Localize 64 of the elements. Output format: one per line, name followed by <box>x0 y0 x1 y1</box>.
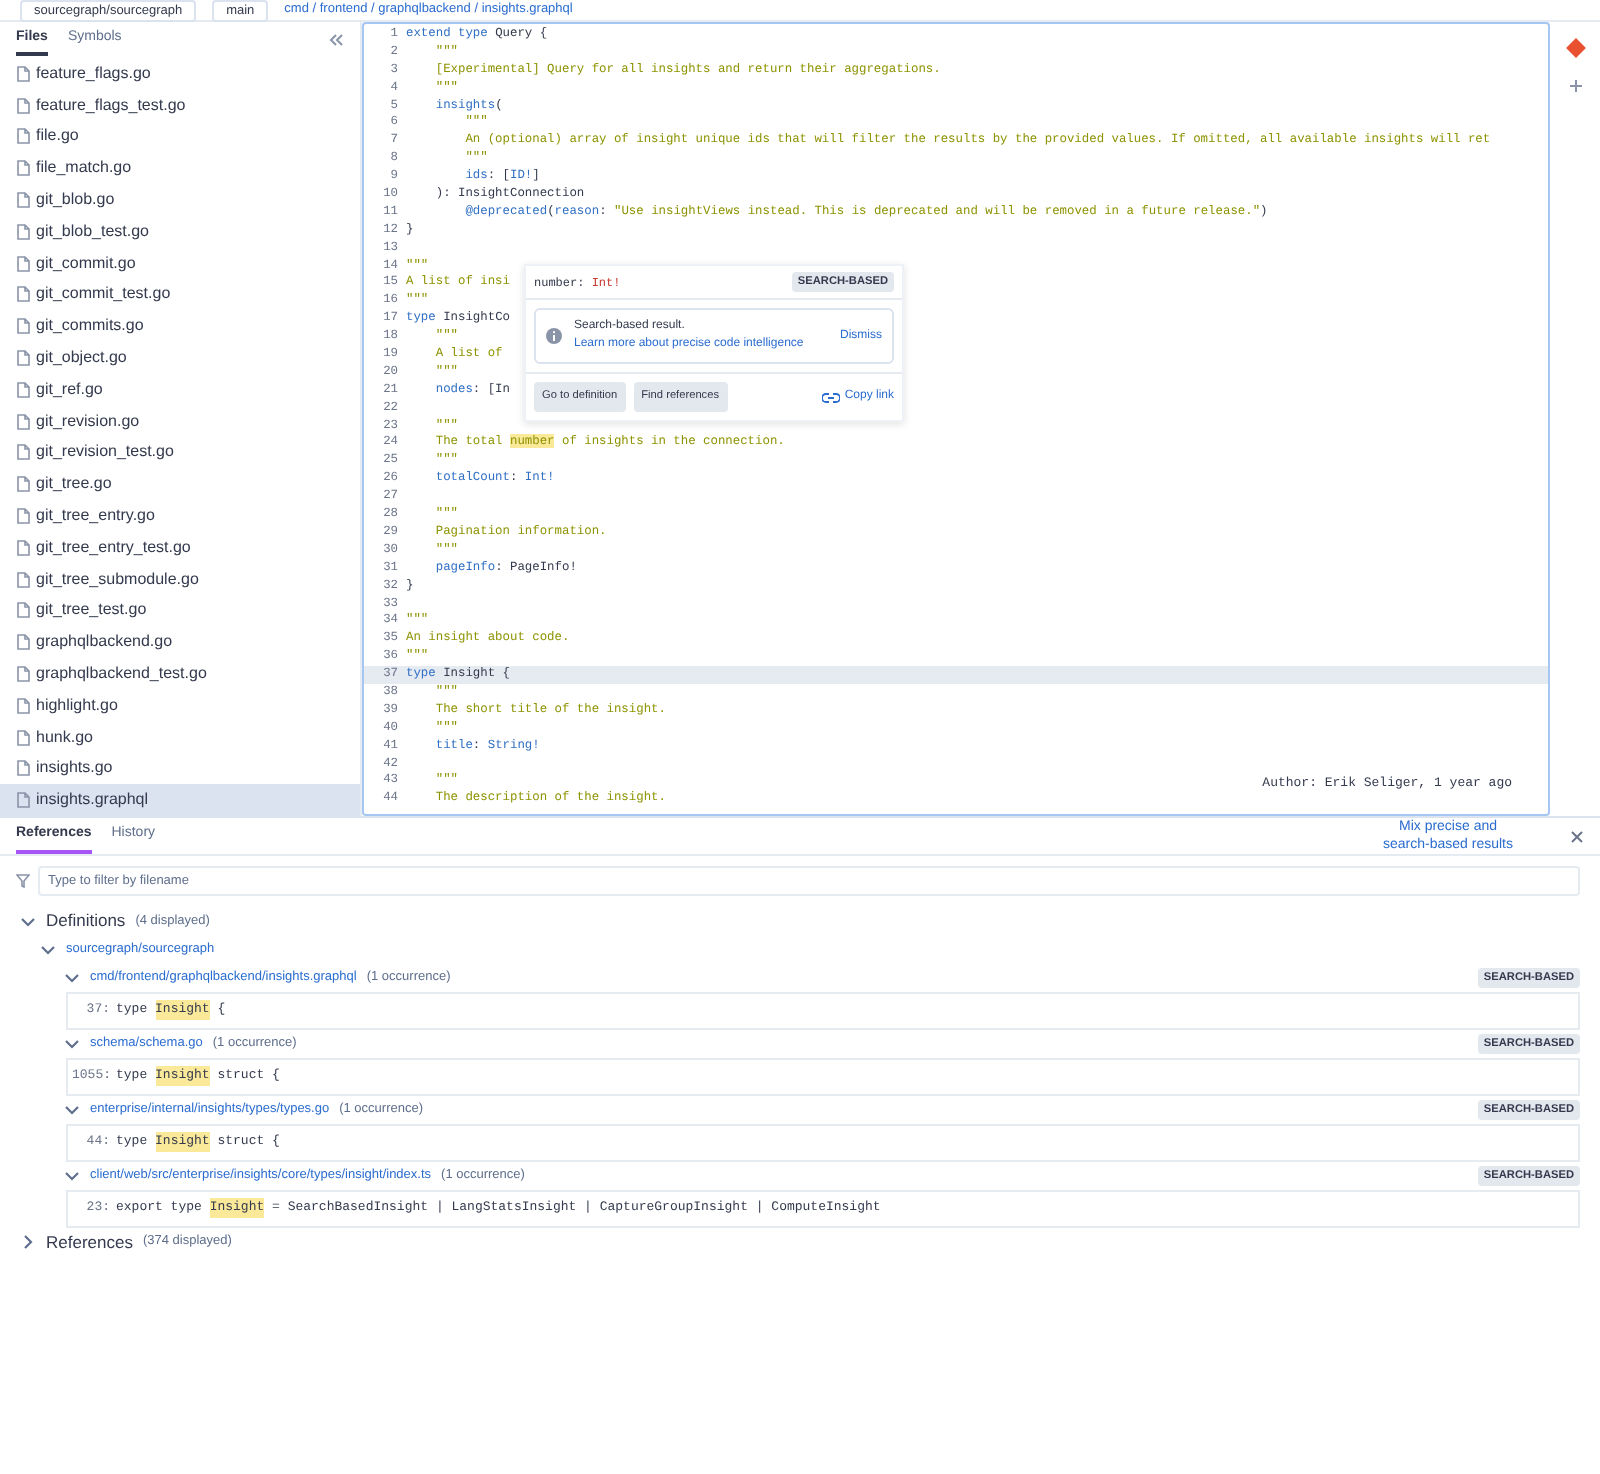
filter-icon <box>16 874 30 888</box>
diamond-icon[interactable] <box>1565 38 1585 58</box>
file-icon <box>16 255 30 272</box>
file-icon <box>16 128 30 145</box>
file-item[interactable]: git_tree_entry.go <box>0 500 360 532</box>
file-icon <box>16 760 30 777</box>
file-item[interactable]: git_blob.go <box>0 184 360 216</box>
close-icon[interactable] <box>1570 829 1584 843</box>
file-icon <box>16 666 30 683</box>
file-icon <box>16 65 30 82</box>
section-title[interactable]: Definitions <box>46 908 126 934</box>
file-icon <box>16 539 30 556</box>
file-icon <box>16 729 30 746</box>
plus-icon[interactable] <box>1567 78 1583 94</box>
link-icon <box>822 391 841 404</box>
file-icon <box>16 318 30 335</box>
file-icon <box>16 444 30 461</box>
file-item[interactable]: git_commit_test.go <box>0 279 360 311</box>
file-item[interactable]: graphqlbackend.go <box>0 626 360 659</box>
file-item[interactable]: git_object.go <box>0 342 360 374</box>
file-icon <box>16 571 30 588</box>
file-item[interactable]: insights.graphql <box>0 784 360 817</box>
file-icon <box>16 286 30 303</box>
file-item[interactable]: feature_flags_test.go <box>0 89 360 122</box>
chevron-down-icon[interactable] <box>20 913 36 929</box>
chevron-down-icon[interactable] <box>64 1167 80 1184</box>
file-item[interactable]: git_tree_test.go <box>0 595 360 627</box>
file-item[interactable]: graphqlbackend_test.go <box>0 658 360 690</box>
file-item[interactable]: feature_flags.go <box>0 58 360 90</box>
file-icon <box>16 697 30 714</box>
file-icon <box>16 160 30 177</box>
file-item[interactable]: git_tree_entry_test.go <box>0 531 360 564</box>
file-item[interactable]: git_revision_test.go <box>0 437 360 469</box>
chevron-down-icon[interactable] <box>40 941 56 958</box>
file-item[interactable]: git_commits.go <box>0 310 360 343</box>
file-item[interactable]: git_revision.go <box>0 405 360 438</box>
file-item[interactable]: git_ref.go <box>0 373 360 406</box>
file-icon <box>16 476 30 493</box>
file-item[interactable]: hunk.go <box>0 721 360 754</box>
info-icon <box>546 328 562 345</box>
file-item[interactable]: git_tree_submodule.go <box>0 563 360 596</box>
file-icon <box>16 223 30 240</box>
file-item[interactable]: file.go <box>0 121 360 153</box>
file-item[interactable]: git_commit.go <box>0 247 360 280</box>
collapse-icon[interactable] <box>328 32 344 48</box>
file-icon <box>16 602 30 619</box>
chevron-down-icon[interactable] <box>64 969 80 986</box>
file-icon <box>16 381 30 398</box>
file-item[interactable]: insights.go <box>0 753 360 785</box>
file-icon <box>16 350 30 367</box>
file-icon <box>16 192 30 209</box>
file-item[interactable]: file_match.go <box>0 152 360 185</box>
file-icon <box>16 413 30 430</box>
chevron-down-icon[interactable] <box>64 1101 80 1118</box>
chevron-down-icon[interactable] <box>64 1035 80 1052</box>
file-icon <box>16 634 30 651</box>
chevron-right-icon[interactable] <box>20 1234 36 1251</box>
file-icon <box>16 508 30 525</box>
file-icon <box>16 97 30 114</box>
section-title[interactable]: References <box>46 1229 133 1256</box>
file-item[interactable]: git_tree.go <box>0 468 360 501</box>
file-icon <box>16 792 30 809</box>
file-item[interactable]: highlight.go <box>0 689 360 722</box>
file-item[interactable]: git_blob_test.go <box>0 215 360 248</box>
